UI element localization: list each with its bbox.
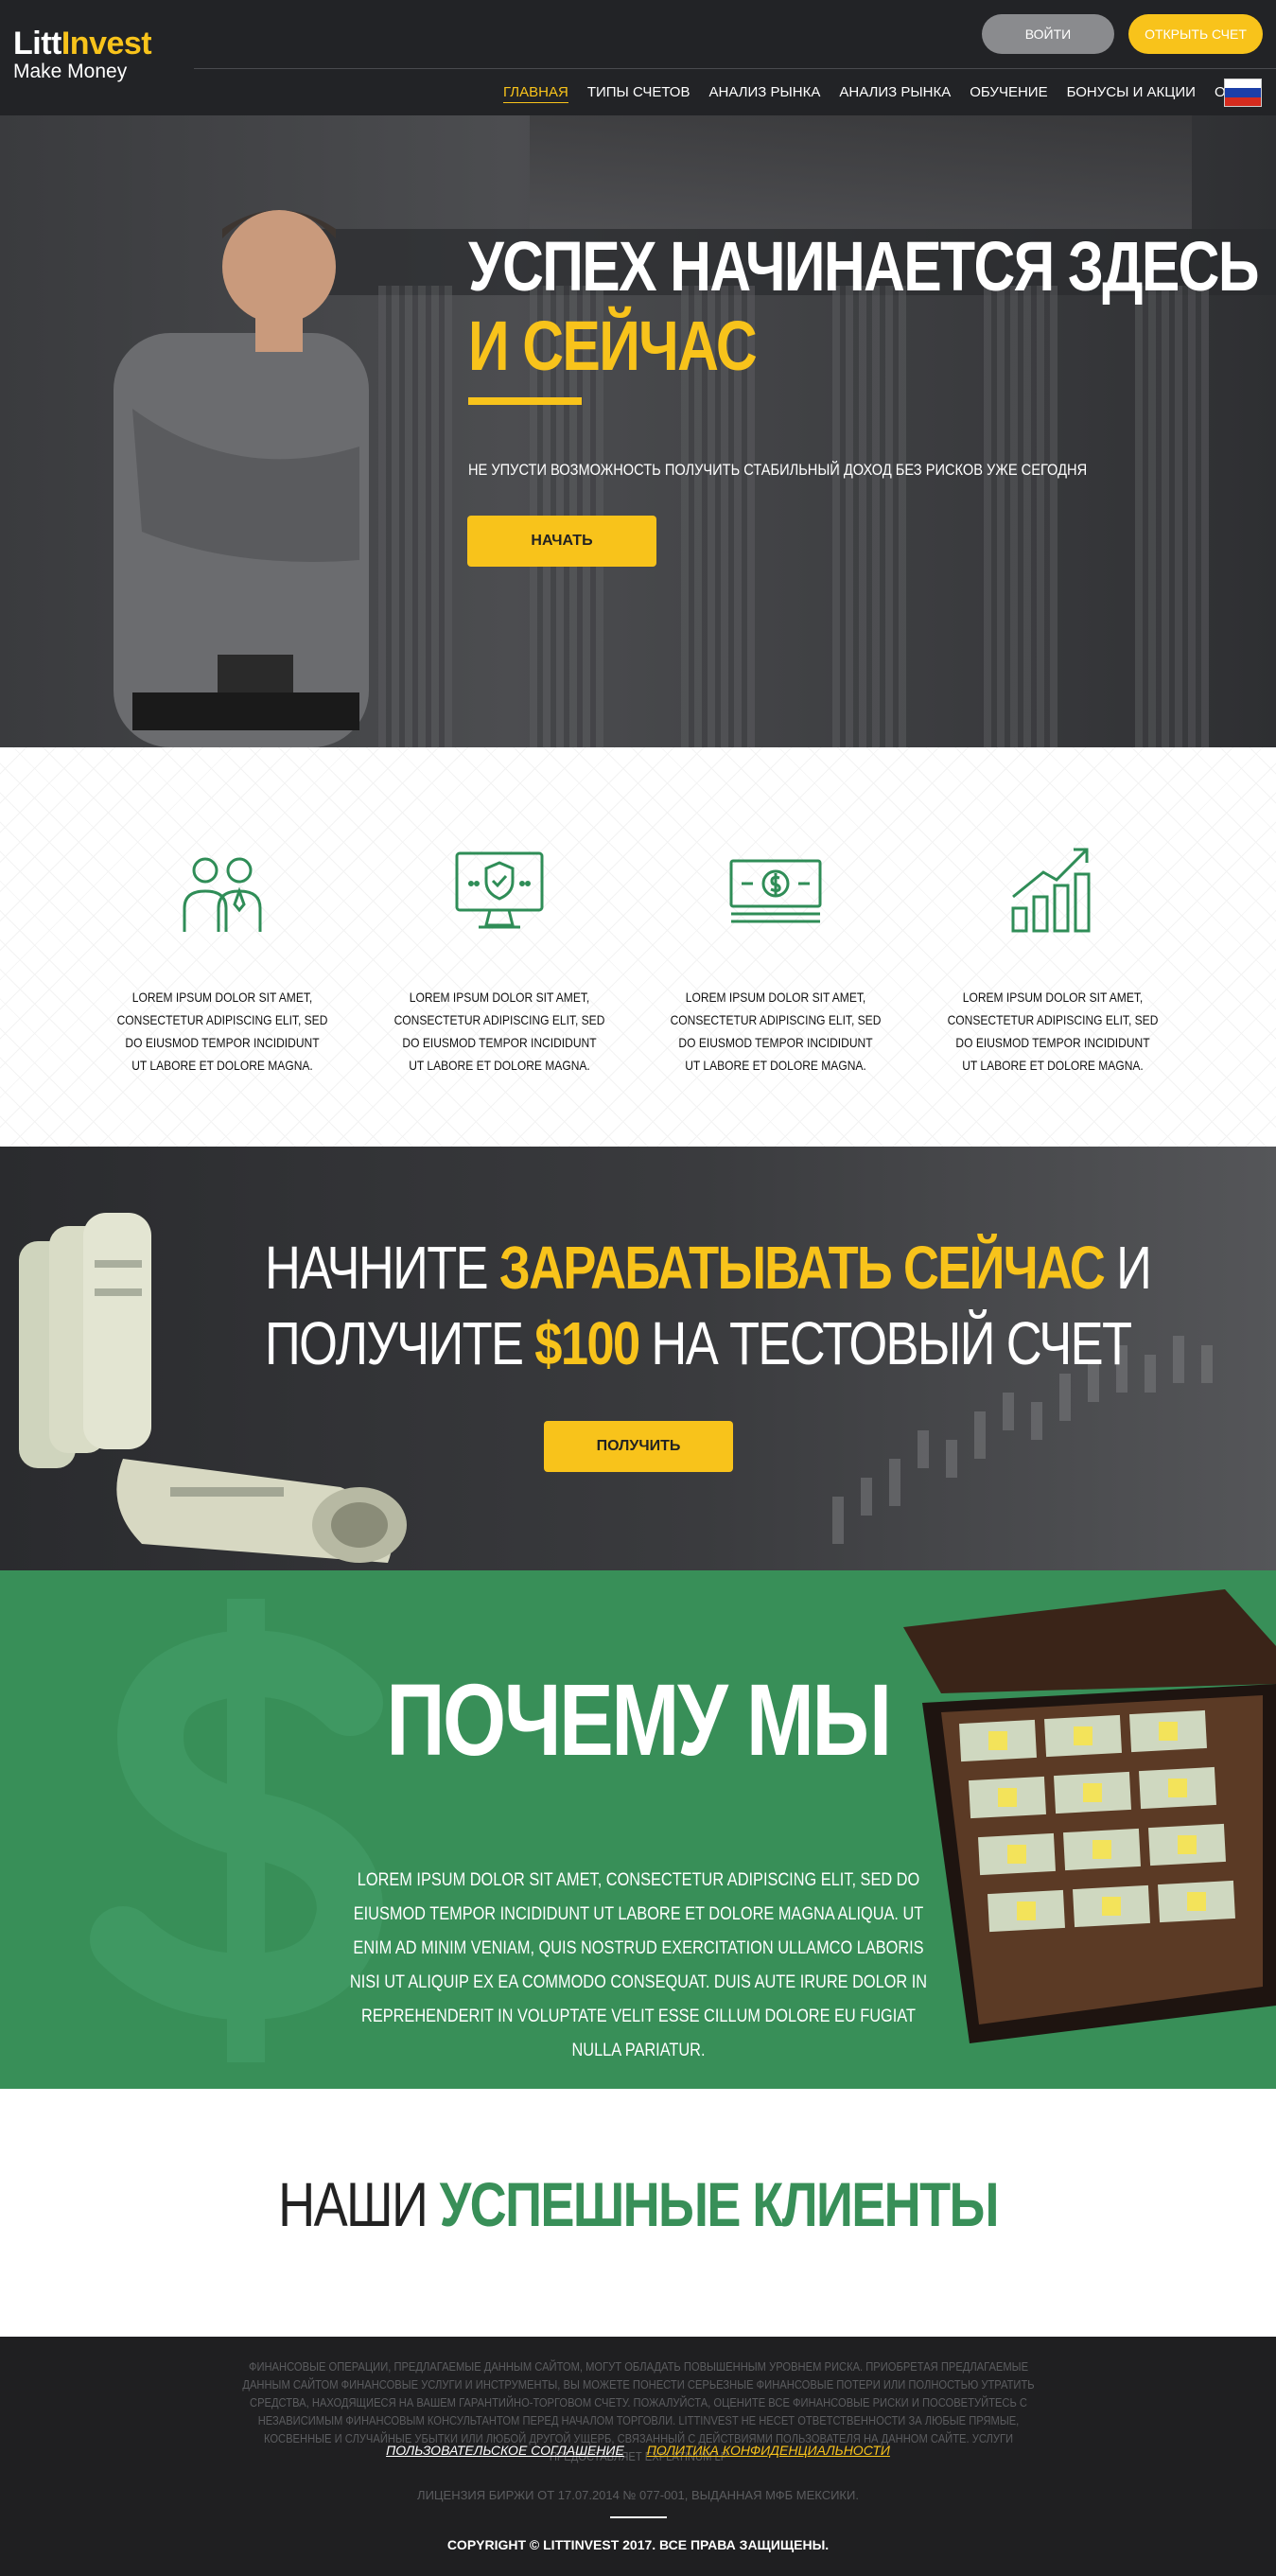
nav-item-home[interactable]: ГЛАВНАЯ (503, 82, 568, 103)
growth-chart-icon (1011, 848, 1091, 933)
hero-building-pediment (530, 115, 1192, 229)
feature-text: LOREM IPSUM DOLOR SIT AMET, CONSECTETUR … (670, 990, 882, 1073)
get-bonus-button[interactable]: ПОЛУЧИТЬ (544, 1421, 733, 1472)
logo-part2: Invest (61, 26, 152, 61)
privacy-policy-link[interactable]: ПОЛИТИКА КОНФИДЕНЦИАЛЬНОСТИ (647, 2443, 890, 2458)
nav-item-account-types[interactable]: ТИПЫ СЧЕТОВ (587, 82, 690, 103)
open-account-button[interactable]: ОТКРЫТЬ СЧЕТ (1128, 14, 1263, 54)
site-footer: ФИНАНСОВЫЕ ОПЕРАЦИИ, ПРЕДЛАГАЕМЫЕ ДАННЫМ… (0, 2337, 1276, 2576)
clients-title-a: НАШИ (278, 2169, 440, 2239)
businessman-image (114, 210, 369, 747)
nav-item-education[interactable]: ОБУЧЕНИЕ (970, 82, 1047, 103)
promo-line2-c: НА ТЕСТОВЫЙ СЧЕТ (638, 1309, 1132, 1377)
clients-title-b: УСПЕШНЫЕ КЛИЕНТЫ (439, 2169, 1000, 2239)
site-header: LittInvest Make Money ВОЙТИ ОТКРЫТЬ СЧЕТ… (0, 0, 1276, 115)
features-section: LOREM IPSUM DOLOR SIT AMET, CONSECTETUR … (0, 747, 1276, 1147)
copyright-text: COPYRIGHT © LITTINVEST 2017. ВСЕ ПРАВА З… (446, 2537, 830, 2552)
hero-underline (468, 397, 582, 405)
promo-line1-b: ЗАРАБАТЫВАТЬ СЕЙЧАС (498, 1234, 1106, 1302)
promo-line1-a: НАЧНИТЕ (265, 1234, 499, 1302)
logo-part1: Litt (13, 26, 61, 61)
login-button[interactable]: ВОЙТИ (982, 14, 1114, 54)
hero-title-line1: УСПЕХ НАЧИНАЕТСЯ ЗДЕСЬ (468, 227, 1259, 306)
feature-text: LOREM IPSUM DOLOR SIT AMET, CONSECTETUR … (393, 990, 605, 1073)
feature-text: LOREM IPSUM DOLOR SIT AMET, CONSECTETUR … (116, 990, 328, 1073)
start-button[interactable]: НАЧАТЬ (467, 516, 656, 567)
promo-line2-b: $100 (534, 1309, 640, 1377)
nav-item-market-analysis[interactable]: АНАЛИЗ РЫНКА (708, 82, 820, 103)
nav-item-market-analysis-2[interactable]: АНАЛИЗ РЫНКА (839, 82, 951, 103)
hero-section: УСПЕХ НАЧИНАЕТСЯ ЗДЕСЬ И СЕЙЧАС НЕ УПУСТ… (0, 115, 1276, 747)
footer-links: ПОЛЬЗОВАТЕЛЬСКОЕ СОГЛАШЕНИЕ ПОЛИТИКА КОН… (0, 2443, 1276, 2458)
people-icon (183, 857, 262, 932)
hero-subtitle: НЕ УПУСТИ ВОЗМОЖНОСТЬ ПОЛУЧИТЬ СТАБИЛЬНЫ… (468, 461, 1088, 479)
feature-text: LOREM IPSUM DOLOR SIT AMET, CONSECTETUR … (947, 990, 1159, 1073)
header-divider (194, 68, 1276, 69)
why-us-section: ПОЧЕМУ МЫ LOREM IPSUM DOLOR SIT AMET, CO… (0, 1570, 1276, 2089)
promo-line2-a: ПОЛУЧИТЕ (265, 1309, 535, 1377)
russia-flag-icon[interactable] (1224, 79, 1262, 107)
footer-divider (610, 2516, 667, 2518)
user-agreement-link[interactable]: ПОЛЬЗОВАТЕЛЬСКОЕ СОГЛАШЕНИЕ (386, 2443, 624, 2458)
license-text: ЛИЦЕНЗИЯ БИРЖИ ОТ 17.07.2014 № 077-001, … (417, 2488, 859, 2502)
money-briefcase-image (903, 1589, 1276, 2043)
logo-tagline: Make Money (13, 61, 128, 82)
why-us-text: LOREM IPSUM DOLOR SIT AMET, CONSECTETUR … (349, 1870, 928, 2060)
hero-title-line2: И СЕЙЧАС (468, 307, 758, 385)
clients-section: НАШИ УСПЕШНЫЕ КЛИЕНТЫ (0, 2089, 1276, 2337)
money-icon (729, 859, 822, 923)
clients-title: НАШИ УСПЕШНЫЕ КЛИЕНТЫ (114, 2166, 1161, 2242)
promo-line1-c: И (1104, 1234, 1152, 1302)
main-nav: ГЛАВНАЯ ТИПЫ СЧЕТОВ АНАЛИЗ РЫНКА АНАЛИЗ … (503, 82, 1259, 103)
hero-title: УСПЕХ НАЧИНАЕТСЯ ЗДЕСЬ И СЕЙЧАС (468, 227, 1259, 386)
promo-section: НАЧНИТЕ ЗАРАБАТЫВАТЬ СЕЙЧАС И ПОЛУЧИТЕ $… (0, 1147, 1276, 1570)
promo-title: НАЧНИТЕ ЗАРАБАТЫВАТЬ СЕЙЧАС И ПОЛУЧИТЕ $… (265, 1230, 1152, 1381)
logo[interactable]: LittInvest Make Money (13, 26, 152, 83)
nav-item-bonuses[interactable]: БОНУСЫ И АКЦИИ (1067, 82, 1196, 103)
secure-monitor-icon (455, 851, 544, 929)
